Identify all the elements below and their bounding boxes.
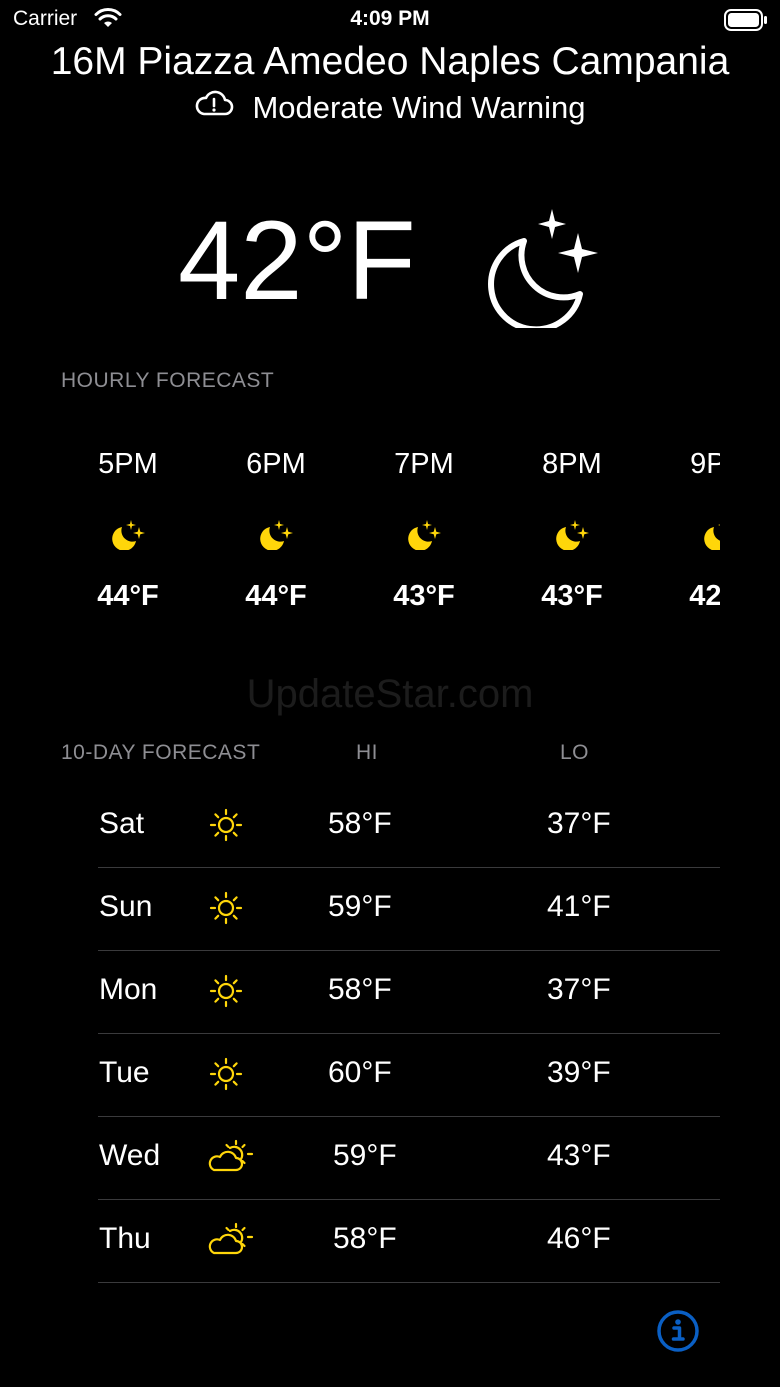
clock: 4:09 PM	[350, 7, 430, 30]
info-button[interactable]	[656, 1309, 700, 1353]
day-low-temp: 46°F	[547, 1222, 611, 1255]
day-low-temp: 37°F	[547, 973, 611, 1006]
hourly-item: 8PM 43°F	[506, 440, 638, 613]
lo-column-label: LO	[560, 741, 590, 764]
day-name: Sun	[99, 890, 153, 923]
daily-row: Sun 59°F 41°F	[98, 868, 720, 951]
hourly-item: 5PM 44°F	[62, 440, 194, 613]
location-title: 16M Piazza Amedeo Naples Campania	[50, 40, 730, 83]
day-name: Tue	[99, 1056, 150, 1089]
current-temperature: 42°F	[178, 198, 416, 323]
daily-forecast-list[interactable]: Sat 58°F 37°F Sun 59°F 41°F Mon 58°F 37°…	[98, 785, 720, 1283]
battery-icon	[724, 9, 768, 36]
hour-time: 6PM	[246, 448, 306, 480]
watermark: UpdateStar.com	[246, 672, 534, 716]
day-name: Thu	[99, 1222, 151, 1255]
day-high-temp: 59°F	[328, 890, 392, 923]
day-name: Sat	[99, 807, 145, 840]
hour-time: 9PM	[690, 448, 720, 480]
sun-icon	[208, 890, 244, 931]
cloud-alert-icon	[194, 88, 234, 128]
partly-cloudy-icon	[208, 1139, 256, 1180]
status-bar: Carrier 4:09 PM	[0, 0, 780, 40]
hourly-item: 6PM 44°F	[210, 440, 342, 613]
hourly-item: 9PM 42°F	[654, 440, 720, 613]
hour-temp: 42°F	[689, 580, 720, 612]
moon-stars-icon	[654, 504, 720, 564]
moon-stars-icon	[506, 504, 638, 564]
sun-icon	[208, 807, 244, 848]
hourly-forecast-label: HOURLY FORECAST	[61, 369, 275, 392]
alert-text: Moderate Wind Warning	[252, 90, 586, 125]
daily-forecast-label: 10-DAY FORECAST	[61, 741, 261, 764]
day-low-temp: 41°F	[547, 890, 611, 923]
weather-alert[interactable]: Moderate Wind Warning	[0, 88, 780, 128]
daily-row: Wed 59°F 43°F	[98, 1117, 720, 1200]
daily-row: Mon 58°F 37°F	[98, 951, 720, 1034]
day-high-temp: 58°F	[328, 807, 392, 840]
day-high-temp: 60°F	[328, 1056, 392, 1089]
hour-temp: 44°F	[97, 580, 159, 612]
day-low-temp: 37°F	[547, 807, 611, 840]
sun-icon	[208, 973, 244, 1014]
moon-stars-icon	[62, 504, 194, 564]
day-high-temp: 58°F	[328, 973, 392, 1006]
partly-cloudy-icon	[208, 1222, 256, 1263]
daily-row: Sat 58°F 37°F	[98, 785, 720, 868]
daily-row: Tue 60°F 39°F	[98, 1034, 720, 1117]
hour-time: 7PM	[394, 448, 454, 480]
hour-time: 8PM	[542, 448, 602, 480]
hour-temp: 44°F	[245, 580, 307, 612]
day-name: Wed	[99, 1139, 161, 1172]
info-icon	[657, 1310, 699, 1352]
hour-time: 5PM	[98, 448, 158, 480]
hour-temp: 43°F	[393, 580, 455, 612]
sun-icon	[208, 1056, 244, 1097]
hour-temp: 43°F	[541, 580, 603, 612]
hourly-forecast-list[interactable]: 5PM 44°F 6PM 44°F 7PM 43°F 8PM 43°F 9PM …	[62, 440, 720, 640]
moon-stars-icon	[210, 504, 342, 564]
moon-stars-icon	[486, 206, 602, 333]
day-high-temp: 58°F	[333, 1222, 397, 1255]
hourly-item: 7PM 43°F	[358, 440, 490, 613]
hi-column-label: HI	[356, 741, 378, 764]
day-low-temp: 39°F	[547, 1056, 611, 1089]
day-name: Mon	[99, 973, 158, 1006]
day-low-temp: 43°F	[547, 1139, 611, 1172]
day-high-temp: 59°F	[333, 1139, 397, 1172]
moon-stars-icon	[358, 504, 490, 564]
daily-row: Thu 58°F 46°F	[98, 1200, 720, 1283]
